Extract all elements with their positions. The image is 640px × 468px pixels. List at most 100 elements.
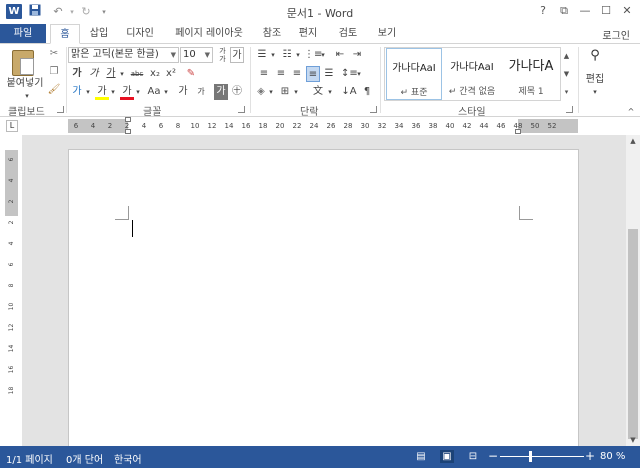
sort-icon[interactable]: ↓A bbox=[341, 84, 357, 100]
font-launcher-icon[interactable] bbox=[238, 106, 245, 113]
bullets-icon[interactable]: ☰ bbox=[254, 47, 270, 63]
style-normal[interactable]: 가나다AaI ↵ 표준 bbox=[386, 48, 442, 100]
scrollbar-thumb[interactable] bbox=[628, 229, 638, 439]
help-button[interactable]: ? bbox=[532, 2, 554, 20]
grow-shrink-font-icon[interactable]: 가가 bbox=[216, 47, 229, 63]
font-color-button[interactable]: 가 bbox=[120, 84, 134, 100]
clear-formatting-icon[interactable]: 가 bbox=[230, 47, 244, 63]
asian-layout-icon[interactable]: 文 bbox=[310, 84, 326, 100]
align-left-icon[interactable]: ≡ bbox=[257, 66, 271, 82]
show-marks-icon[interactable]: ¶ bbox=[360, 84, 374, 100]
format-painter-icon[interactable]: 🖌 bbox=[46, 82, 62, 98]
tab-home[interactable]: 홈 bbox=[50, 24, 80, 44]
close-button[interactable]: ✕ bbox=[616, 2, 638, 20]
editing-dropdown-icon[interactable]: ▾ bbox=[590, 84, 600, 100]
text-effects-button[interactable]: 가 bbox=[70, 84, 84, 100]
character-shading-button[interactable]: 가 bbox=[214, 84, 228, 100]
zoom-in-button[interactable]: + bbox=[585, 449, 595, 463]
highlight-button[interactable]: 가 bbox=[95, 84, 109, 100]
paste-dropdown-icon[interactable]: ▾ bbox=[22, 88, 32, 104]
styles-scroll-up-icon[interactable]: ▲ bbox=[560, 47, 572, 65]
font-size-dropdown[interactable]: 10 ▼ bbox=[180, 47, 213, 63]
bullets-dropdown-icon[interactable]: ▾ bbox=[269, 47, 277, 63]
copy-icon[interactable]: ❐ bbox=[46, 64, 62, 80]
font-color-dropdown-icon[interactable]: ▾ bbox=[134, 84, 142, 100]
read-mode-icon[interactable]: ▤ bbox=[414, 450, 428, 463]
styles-scroll-down-icon[interactable]: ▼ bbox=[560, 65, 572, 83]
distributed-icon[interactable]: ☰ bbox=[322, 66, 336, 82]
shading-icon[interactable]: ◈ bbox=[254, 84, 268, 100]
numbering-dropdown-icon[interactable]: ▾ bbox=[294, 47, 302, 63]
numbering-icon[interactable]: ☷ bbox=[279, 47, 295, 63]
multilevel-list-icon[interactable]: ⋮≡ bbox=[304, 47, 322, 63]
styles-more-icon[interactable]: ▾ bbox=[560, 83, 572, 101]
document-page[interactable] bbox=[68, 149, 579, 446]
paste-icon[interactable] bbox=[12, 50, 34, 76]
bold-button[interactable]: 가 bbox=[70, 66, 84, 82]
document-area[interactable] bbox=[22, 135, 626, 446]
tab-view[interactable]: 보기 bbox=[372, 24, 402, 44]
tab-mailings[interactable]: 편지 bbox=[293, 24, 323, 44]
tab-design[interactable]: 디자인 bbox=[119, 24, 161, 44]
scroll-up-icon[interactable]: ▲ bbox=[626, 137, 640, 145]
align-center-icon[interactable]: ≡ bbox=[274, 66, 288, 82]
tab-references[interactable]: 참조 bbox=[257, 24, 287, 44]
increase-indent-icon[interactable]: ⇥ bbox=[350, 47, 364, 63]
redo-icon[interactable]: ↻ bbox=[78, 4, 94, 20]
maximize-button[interactable]: ☐ bbox=[595, 2, 617, 20]
scroll-down-icon[interactable]: ▼ bbox=[626, 436, 640, 444]
text-effects-dropdown-icon[interactable]: ▾ bbox=[84, 84, 92, 100]
zoom-slider-thumb[interactable] bbox=[529, 451, 532, 462]
style-no-spacing[interactable]: 가나다AaI ↵ 간격 없음 bbox=[443, 48, 501, 100]
word-app-icon[interactable]: W bbox=[6, 4, 22, 19]
word-count[interactable]: 0개 단어 bbox=[66, 451, 103, 466]
subscript-button[interactable]: x₂ bbox=[148, 66, 162, 82]
align-right-icon[interactable]: ≡ bbox=[290, 66, 304, 82]
page-count[interactable]: 1/1 페이지 bbox=[6, 451, 53, 466]
underline-button[interactable]: 가 bbox=[104, 66, 118, 82]
tab-file[interactable]: 파일 bbox=[0, 24, 46, 44]
vertical-scrollbar[interactable]: ▲ ▼ bbox=[626, 135, 640, 446]
binoculars-icon[interactable]: ⚲ bbox=[585, 48, 605, 64]
zoom-out-button[interactable]: − bbox=[488, 449, 498, 463]
enclose-characters-button[interactable]: ㊉ bbox=[230, 84, 244, 100]
print-layout-icon[interactable]: ▣ bbox=[440, 450, 454, 463]
multilevel-dropdown-icon[interactable]: ▾ bbox=[319, 47, 327, 63]
change-case-button[interactable]: Aa bbox=[146, 84, 162, 100]
save-icon[interactable] bbox=[27, 4, 43, 20]
cut-icon[interactable]: ✂ bbox=[46, 46, 62, 62]
customize-quick-access-icon[interactable]: ▾ bbox=[96, 4, 112, 20]
tab-review[interactable]: 검토 bbox=[333, 24, 363, 44]
justify-icon[interactable]: ≡ bbox=[306, 66, 320, 82]
paragraph-launcher-icon[interactable] bbox=[370, 106, 377, 113]
borders-icon[interactable]: ⊞ bbox=[278, 84, 292, 100]
decrease-indent-icon[interactable]: ⇤ bbox=[333, 47, 347, 63]
line-spacing-icon[interactable]: ↕≡ bbox=[341, 66, 358, 82]
asian-layout-dropdown-icon[interactable]: ▾ bbox=[326, 84, 334, 100]
shrink-font-button[interactable]: 가 bbox=[194, 84, 208, 100]
borders-dropdown-icon[interactable]: ▾ bbox=[292, 84, 300, 100]
superscript-button[interactable]: x² bbox=[164, 66, 178, 82]
tab-selector[interactable]: L bbox=[6, 120, 18, 132]
sign-in-link[interactable]: 로그인 bbox=[602, 27, 630, 42]
left-indent-marker[interactable] bbox=[125, 129, 131, 134]
italic-button[interactable]: 가 bbox=[87, 66, 101, 82]
right-indent-marker[interactable] bbox=[515, 129, 521, 134]
tab-page-layout[interactable]: 페이지 레이아웃 bbox=[167, 24, 251, 44]
zoom-slider[interactable] bbox=[500, 456, 584, 457]
zoom-level[interactable]: 80 % bbox=[600, 451, 625, 462]
tab-insert[interactable]: 삽입 bbox=[84, 24, 114, 44]
ribbon-display-options-button[interactable]: ⧉ bbox=[553, 2, 575, 20]
underline-dropdown-icon[interactable]: ▾ bbox=[118, 66, 126, 82]
horizontal-ruler[interactable]: 6 4 2 2 4 6 8 10 12 14 16 18 20 22 24 26 28 30 32 34 36 38 40 4… bbox=[68, 119, 578, 133]
font-name-dropdown[interactable]: 맑은 고딕(본문 한글) ▼ bbox=[68, 47, 179, 63]
clipboard-launcher-icon[interactable] bbox=[57, 106, 64, 113]
shading-dropdown-icon[interactable]: ▾ bbox=[267, 84, 275, 100]
strikethrough-button[interactable]: abc bbox=[128, 66, 146, 82]
phonetic-guide-button[interactable]: 가 bbox=[176, 84, 190, 100]
language-indicator[interactable]: 한국어 bbox=[114, 451, 142, 466]
clear-format-eraser-icon[interactable]: ✎ bbox=[184, 66, 198, 82]
style-heading-1[interactable]: 가나다A 제목 1 bbox=[502, 48, 560, 100]
line-spacing-dropdown-icon[interactable]: ▾ bbox=[355, 66, 363, 82]
change-case-dropdown-icon[interactable]: ▾ bbox=[162, 84, 170, 100]
